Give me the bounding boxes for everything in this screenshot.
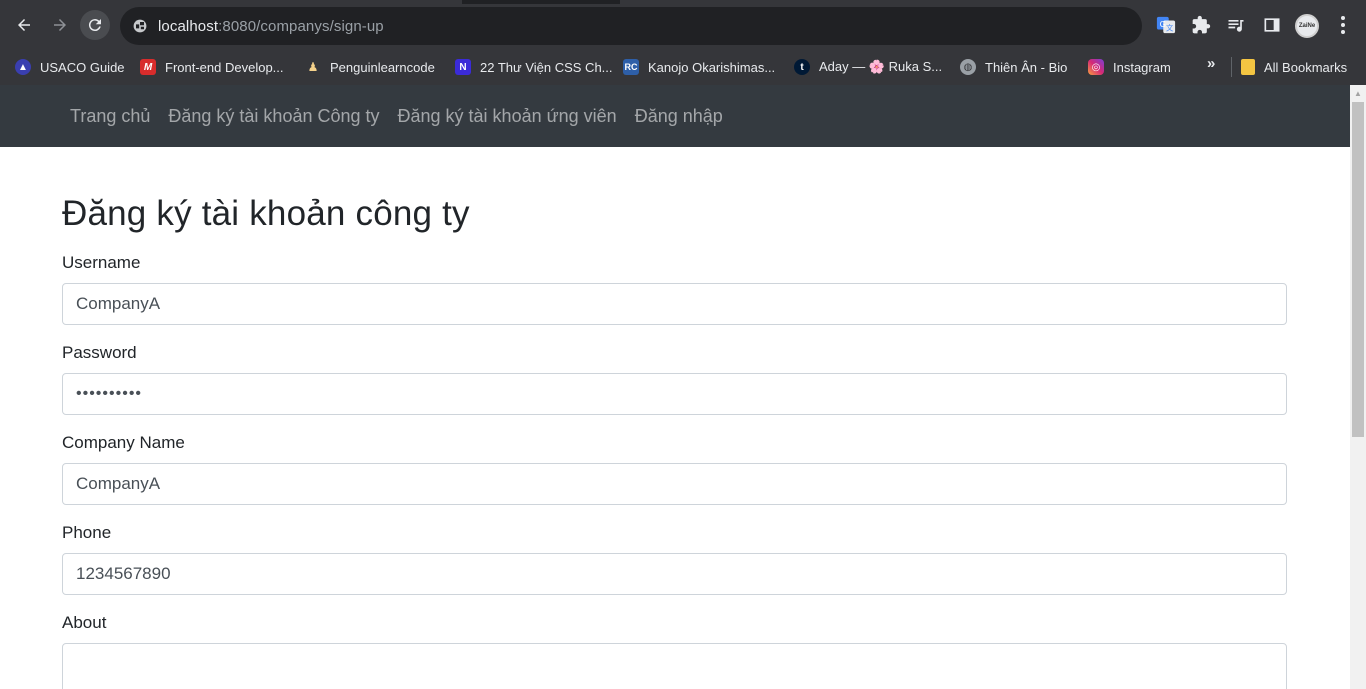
- all-bookmarks-button[interactable]: All Bookmarks: [1241, 55, 1347, 79]
- tumblr-icon: t: [794, 59, 810, 75]
- folder-icon: [1241, 59, 1255, 75]
- rc-icon: RC: [623, 59, 639, 75]
- profile-avatar[interactable]: ZaiNe: [1295, 14, 1319, 38]
- active-tab-edge[interactable]: [0, 0, 462, 4]
- about-label: About: [62, 613, 107, 632]
- reload-button[interactable]: [80, 10, 110, 40]
- url-path: :8080/companys/sign-up: [218, 17, 384, 35]
- bookmark-label: 22 Thư Viện CSS Ch...: [480, 59, 613, 75]
- bookmark-label: Instagram: [1113, 59, 1171, 75]
- bookmark-thien-an[interactable]: ◍ Thiên Ân - Bio: [960, 55, 1067, 79]
- bookmark-css-library[interactable]: N 22 Thư Viện CSS Ch...: [455, 55, 613, 79]
- bookmark-label: Thiên Ân - Bio: [985, 59, 1068, 75]
- globe-icon: ◍: [960, 59, 976, 75]
- tab-strip: [0, 0, 1366, 4]
- arrow-left-icon: [18, 19, 30, 31]
- nav-link-company-signup[interactable]: Đăng ký tài khoản Công ty: [168, 98, 379, 135]
- about-textarea[interactable]: [62, 643, 1287, 689]
- bookmark-instagram[interactable]: ◎ Instagram: [1088, 55, 1171, 79]
- google-translate-icon[interactable]: G文: [1155, 14, 1177, 36]
- page-scrollbar[interactable]: ▲: [1350, 85, 1366, 689]
- bookmark-kanojo[interactable]: RC Kanojo Okarishimas...: [623, 55, 775, 79]
- inactive-tab-edge[interactable]: [620, 0, 1366, 4]
- n-icon: N: [455, 59, 471, 75]
- reload-icon: [88, 19, 101, 32]
- nav-link-home[interactable]: Trang chủ: [70, 98, 150, 135]
- browser-toolbar: localhost:8080/companys/sign-up G文 ZaiNe: [0, 0, 1366, 52]
- company-name-input[interactable]: [62, 463, 1287, 505]
- nav-link-candidate-signup[interactable]: Đăng ký tài khoản ứng viên: [398, 98, 617, 135]
- penguin-icon: ♟: [307, 60, 319, 74]
- bookmark-aday[interactable]: t Aday — 🌸 Ruka S...: [794, 55, 942, 79]
- username-label: Username: [62, 253, 141, 272]
- more-bookmarks-chevron-icon[interactable]: »: [1207, 55, 1215, 72]
- bookmark-label: Kanojo Okarishimas...: [648, 59, 776, 75]
- signup-form-container: Đăng ký tài khoản công ty Username Passw…: [0, 193, 1350, 689]
- page-title: Đăng ký tài khoản công ty: [62, 194, 470, 233]
- url-text: localhost:8080/companys/sign-up: [158, 18, 384, 35]
- forward-button[interactable]: [45, 10, 75, 40]
- username-input[interactable]: [62, 283, 1287, 325]
- site-navbar: Trang chủ Đăng ký tài khoản Công ty Đăng…: [0, 85, 1350, 147]
- usaco-icon: ▲: [15, 59, 31, 75]
- phone-input[interactable]: [62, 553, 1287, 595]
- url-host: localhost: [158, 17, 219, 35]
- scrollbar-thumb[interactable]: [1352, 102, 1364, 437]
- svg-text:文: 文: [1166, 23, 1174, 32]
- site-info-icon[interactable]: [131, 17, 149, 35]
- bookmark-label: USACO Guide: [40, 59, 125, 75]
- bookmarks-divider: [1231, 57, 1232, 77]
- phone-label: Phone: [62, 523, 112, 542]
- page-viewport: Trang chủ Đăng ký tài khoản Công ty Đăng…: [0, 85, 1350, 689]
- frontend-icon: M: [140, 59, 156, 75]
- back-button[interactable]: [9, 10, 39, 40]
- bookmark-usaco-guide[interactable]: ▲ USACO Guide: [15, 55, 125, 79]
- password-input[interactable]: [62, 373, 1287, 415]
- company-name-label: Company Name: [62, 433, 185, 452]
- instagram-icon: ◎: [1088, 59, 1104, 75]
- arrow-right-icon: [54, 19, 66, 31]
- nav-link-login[interactable]: Đăng nhập: [635, 98, 723, 135]
- extensions-puzzle-icon[interactable]: [1190, 14, 1212, 36]
- bookmarks-bar: ▲ USACO Guide M Front-end Develop... ♟ P…: [0, 52, 1366, 85]
- browser-menu-icon[interactable]: [1333, 14, 1353, 36]
- all-bookmarks-label: All Bookmarks: [1264, 59, 1348, 75]
- bookmark-label: Aday — 🌸 Ruka S...: [819, 59, 943, 74]
- side-panel-icon[interactable]: [1261, 14, 1283, 36]
- svg-text:G: G: [1160, 19, 1166, 29]
- password-label: Password: [62, 343, 137, 362]
- bookmark-label: Penguinlearncode: [330, 59, 435, 75]
- bookmark-label: Front-end Develop...: [165, 59, 284, 75]
- address-bar[interactable]: localhost:8080/companys/sign-up: [120, 7, 1142, 45]
- media-playlist-icon[interactable]: [1225, 14, 1247, 36]
- bookmark-penguinlearncode[interactable]: ♟ Penguinlearncode: [305, 55, 435, 79]
- bookmark-frontend-develop[interactable]: M Front-end Develop...: [140, 55, 284, 79]
- scroll-up-arrow-icon[interactable]: ▲: [1350, 85, 1366, 102]
